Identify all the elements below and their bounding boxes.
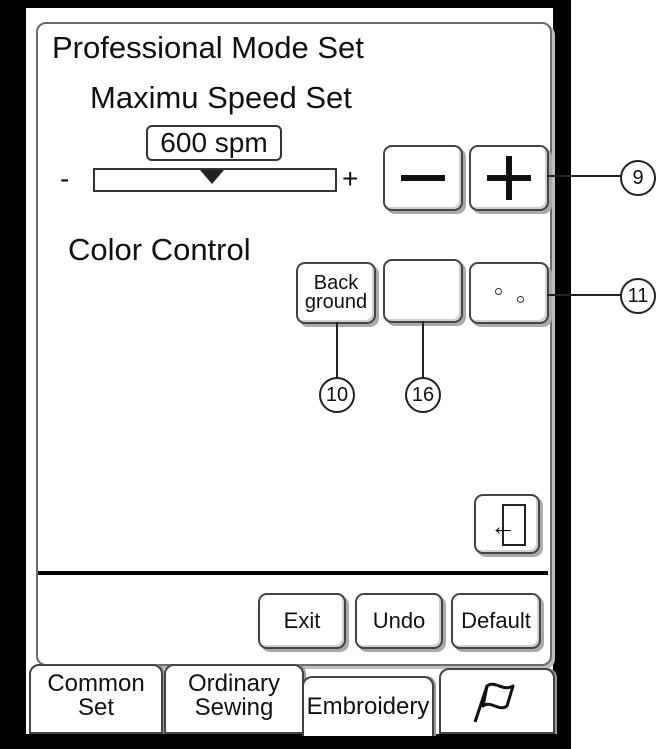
speed-section-title: Maximu Speed Set: [90, 80, 352, 115]
exit-button[interactable]: Exit: [258, 593, 346, 649]
dots-icon: [489, 278, 529, 308]
device-frame-right: [553, 0, 571, 749]
callout-10: 10: [319, 377, 355, 413]
pattern-color-button[interactable]: [469, 262, 549, 324]
tab-ordinary-line1: Ordinary: [187, 670, 281, 697]
slider-min-label: -: [60, 163, 70, 194]
tab-common-set[interactable]: Common Set: [29, 664, 163, 734]
speed-value-display: 600 spm: [146, 125, 282, 161]
speed-slider-thumb[interactable]: [200, 170, 224, 184]
section-divider: [38, 571, 548, 575]
plus-icon: [487, 156, 531, 200]
background-button-label-line2: ground: [304, 291, 368, 313]
device-frame-top: [0, 0, 571, 8]
decrease-speed-button[interactable]: [383, 145, 463, 211]
tab-ordinary-sewing[interactable]: Ordinary Sewing: [164, 664, 304, 734]
settings-panel: [36, 22, 552, 666]
slider-max-label: +: [342, 163, 359, 194]
tab-common-line2: Set: [77, 694, 115, 721]
device-frame-bottom: [0, 734, 571, 749]
tab-embroidery-label: Embroidery: [306, 693, 430, 720]
tab-language[interactable]: [439, 668, 555, 734]
tab-embroidery[interactable]: Embroidery: [302, 676, 434, 736]
increase-speed-button[interactable]: [469, 145, 549, 211]
callout-10-line: [336, 322, 338, 378]
flag-icon: [473, 682, 515, 723]
callout-11: 11: [620, 278, 656, 314]
undo-button[interactable]: Undo: [355, 593, 443, 649]
device-frame-left: [0, 0, 26, 749]
back-arrow-icon: ←: [490, 504, 526, 546]
color-control-title: Color Control: [68, 232, 251, 267]
tab-ordinary-line2: Sewing: [194, 694, 274, 721]
callout-16: 16: [405, 377, 441, 413]
callout-11-line: [547, 294, 621, 296]
back-button[interactable]: ←: [474, 494, 540, 554]
callout-9-line: [547, 175, 621, 177]
page-title: Professional Mode Set: [52, 30, 364, 65]
tab-common-line1: Common: [47, 670, 145, 697]
background-color-button[interactable]: Back ground: [296, 262, 376, 324]
default-button[interactable]: Default: [451, 593, 541, 649]
callout-9: 9: [620, 160, 656, 196]
minus-icon: [401, 175, 445, 181]
color-swatch-button[interactable]: [383, 259, 463, 323]
callout-16-line: [422, 321, 424, 378]
